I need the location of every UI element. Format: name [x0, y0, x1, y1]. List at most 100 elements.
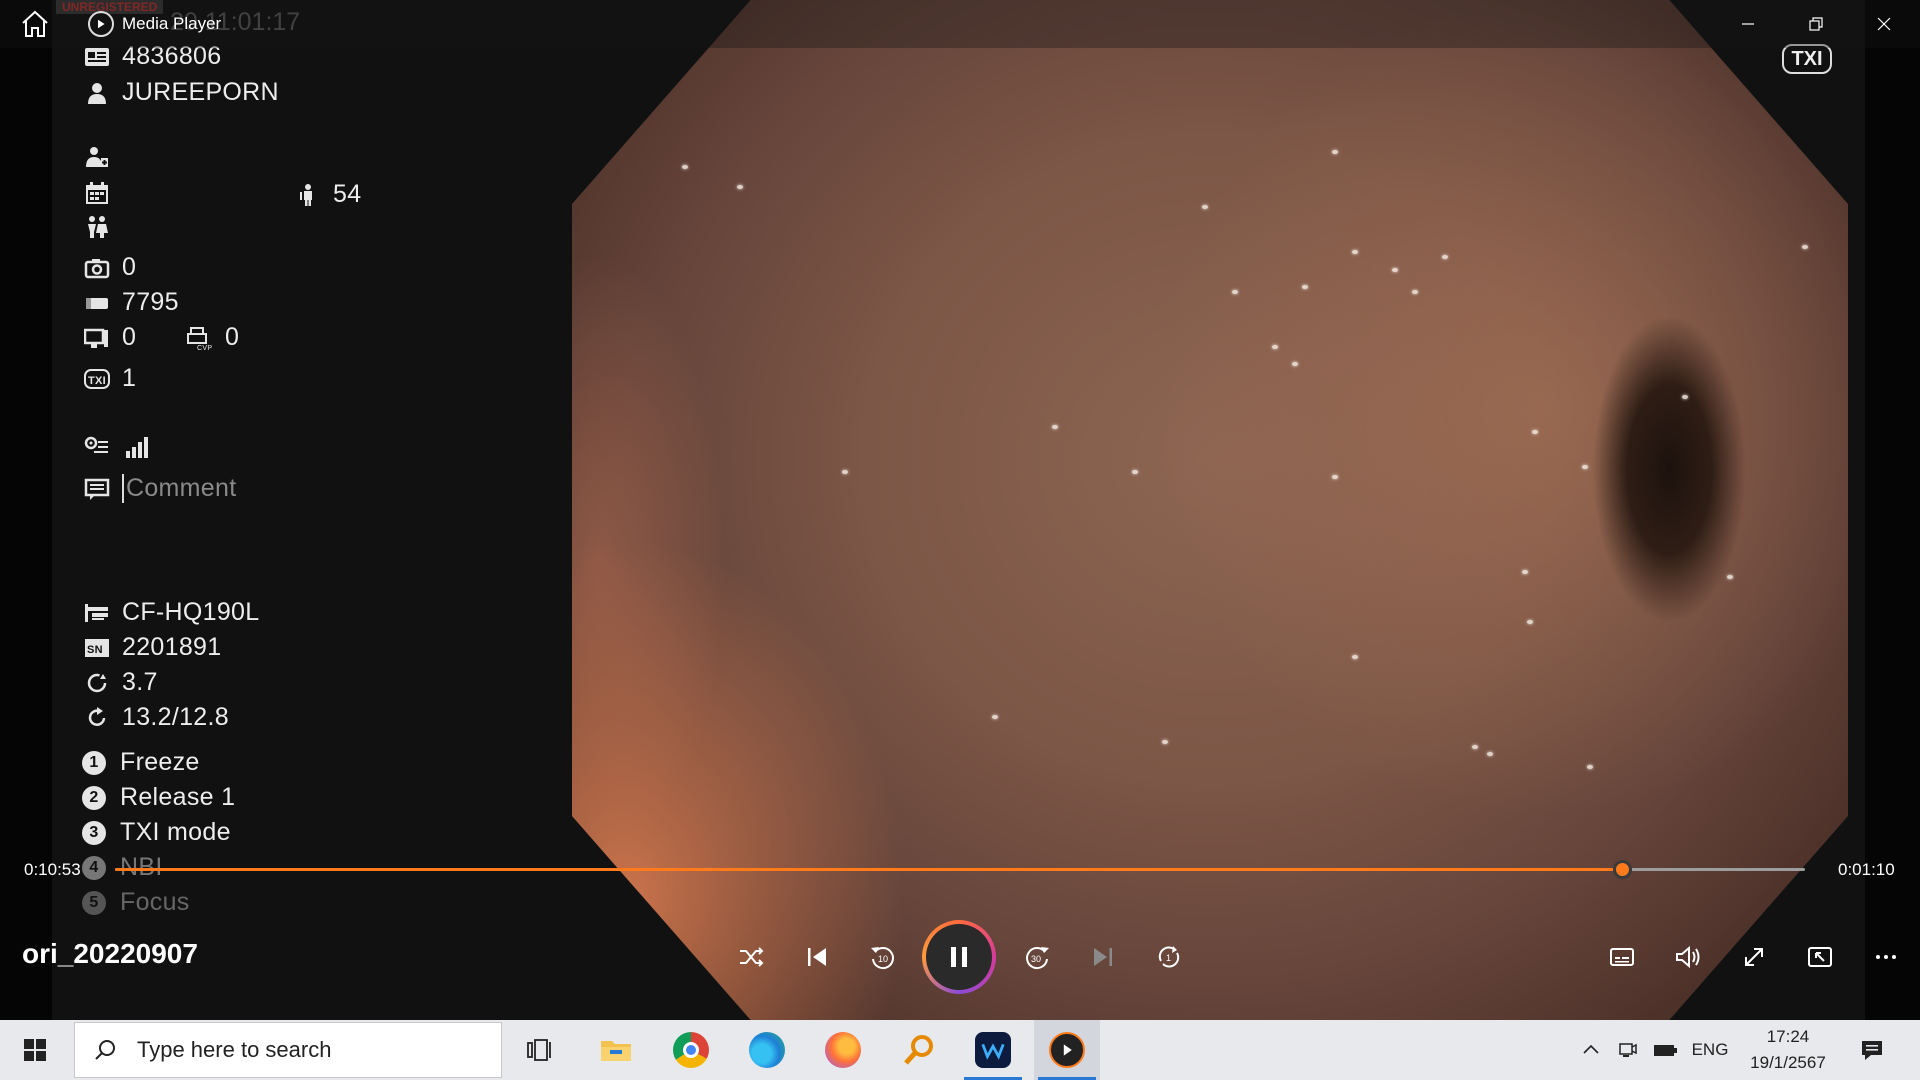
value-b: 13.2/12.8 — [122, 703, 229, 731]
function-key-label: TXI mode — [120, 818, 231, 846]
next-icon — [1094, 948, 1112, 966]
title-bar: Media Player — [0, 0, 1920, 48]
osd-monitor: 0 — [82, 323, 136, 352]
function-key-label: Release 1 — [120, 783, 236, 811]
show-hidden-icons-button[interactable] — [1578, 1020, 1604, 1080]
folder-icon — [601, 1041, 631, 1061]
svg-text:CVP: CVP — [197, 345, 212, 350]
more-icon — [1876, 955, 1896, 959]
home-button[interactable] — [18, 8, 52, 40]
shuffle-button[interactable] — [724, 930, 778, 984]
battery-icon — [1654, 1045, 1677, 1056]
repeat-one-icon: 1 — [1158, 946, 1180, 968]
taskbar-media-player[interactable] — [1034, 1020, 1100, 1080]
media-card-icon — [82, 290, 112, 316]
restore-button[interactable] — [1782, 0, 1850, 48]
age-value: 54 — [333, 180, 362, 208]
mini-player-button[interactable] — [1793, 930, 1847, 984]
notification-center-button[interactable] — [1850, 1020, 1894, 1080]
camera-icon — [82, 255, 112, 281]
elapsed-time: 0:10:53 — [24, 860, 81, 879]
minimize-button[interactable] — [1714, 0, 1782, 48]
shuffle-icon — [740, 947, 764, 967]
air-settings-icon — [82, 434, 112, 460]
taskbar-search-app[interactable] — [886, 1020, 952, 1080]
txi-level-value: 1 — [122, 364, 137, 392]
scope-sn-value: 2201891 — [122, 633, 222, 661]
repeat-one-button[interactable]: 1 — [1142, 930, 1196, 984]
txi-mode-badge: TXI — [1782, 44, 1832, 74]
magnifier-app-icon — [904, 1035, 933, 1065]
task-view-button[interactable] — [506, 1020, 572, 1080]
pause-button-face — [926, 924, 992, 990]
comment-icon — [82, 476, 112, 502]
age-person-icon — [293, 182, 323, 208]
previous-button[interactable] — [790, 930, 844, 984]
osd-date — [82, 180, 122, 206]
meet-now-button[interactable] — [1614, 1020, 1640, 1080]
windows-logo-icon — [24, 1039, 46, 1061]
fullscreen-icon — [1745, 948, 1763, 966]
taskbar-chrome[interactable] — [658, 1020, 724, 1080]
seek-progress — [115, 868, 1623, 871]
task-view-icon — [527, 1039, 551, 1061]
video-frame[interactable]: UNREGISTERED 20 11:01:17 4836806 JUREEPO… — [0, 0, 1920, 1020]
next-button[interactable] — [1076, 930, 1130, 984]
calendar-icon — [82, 180, 112, 206]
osd-txi: TXI 1 — [82, 364, 136, 393]
skip-back-10-button[interactable]: 10 — [856, 930, 910, 984]
function-key-3: 3 TXI mode — [82, 818, 231, 847]
remaining-time: 0:01:10 — [1838, 860, 1895, 879]
osd-value-a: 3.7 — [82, 668, 158, 697]
taskbar-clock[interactable]: 17:24 19/1/2567 — [1740, 1024, 1836, 1076]
capture-count-value: 0 — [122, 253, 137, 281]
fullscreen-button[interactable] — [1727, 930, 1781, 984]
taskbar-file-explorer[interactable] — [583, 1020, 649, 1080]
language-indicator[interactable]: ENG — [1688, 1020, 1732, 1080]
skip-forward-30-button[interactable]: 30 — [1010, 930, 1064, 984]
osd-captures: 0 — [82, 253, 136, 282]
cvp-printer-icon: CVP — [185, 325, 215, 351]
osd-patient-name: JUREEPORN — [82, 78, 279, 107]
volume-icon — [1676, 945, 1700, 969]
osd-scope-sn: SN 2201891 — [82, 633, 221, 662]
firefox-icon — [825, 1032, 861, 1068]
meet-now-icon — [1619, 1043, 1637, 1057]
taskbar-search-box[interactable]: Type here to search — [74, 1022, 502, 1078]
taskbar-firefox[interactable] — [810, 1020, 876, 1080]
function-key-number: 2 — [82, 785, 106, 810]
window-title: Media Player — [122, 14, 222, 33]
monitor-count-value: 0 — [122, 323, 137, 351]
webex-icon — [975, 1032, 1011, 1068]
counter-value: 7795 — [122, 288, 179, 316]
taskbar-edge[interactable] — [734, 1020, 800, 1080]
volume-button[interactable] — [1661, 930, 1715, 984]
captions-icon — [1610, 948, 1634, 966]
function-key-label: Focus — [120, 888, 190, 916]
pause-icon — [951, 947, 967, 967]
start-button[interactable] — [0, 1020, 70, 1080]
gender-icon — [82, 214, 112, 240]
seek-bar[interactable] — [115, 860, 1805, 879]
osd-counter: 7795 — [82, 288, 179, 317]
skip-back-10-icon: 10 — [871, 947, 894, 970]
function-key-label: Freeze — [120, 748, 200, 776]
function-key-number: 3 — [82, 820, 106, 845]
taskbar-webex[interactable] — [960, 1020, 1026, 1080]
more-options-button[interactable] — [1859, 930, 1913, 984]
function-key-number: 5 — [82, 890, 106, 915]
function-key-number: 4 — [82, 855, 106, 880]
osd-age: 54 — [293, 180, 361, 209]
battery-button[interactable] — [1650, 1020, 1680, 1080]
osd-signal — [82, 434, 162, 460]
pause-button[interactable] — [922, 920, 996, 994]
close-button[interactable] — [1850, 0, 1918, 48]
function-key-2: 2 Release 1 — [82, 783, 235, 812]
clock-time: 17:24 — [1766, 1027, 1810, 1046]
media-player-icon — [1049, 1032, 1085, 1068]
restore-icon — [1809, 17, 1823, 31]
captions-button[interactable] — [1595, 930, 1649, 984]
monitor-icon — [82, 325, 112, 351]
cvp-count-value: 0 — [225, 323, 240, 351]
notification-icon — [1862, 1041, 1882, 1060]
